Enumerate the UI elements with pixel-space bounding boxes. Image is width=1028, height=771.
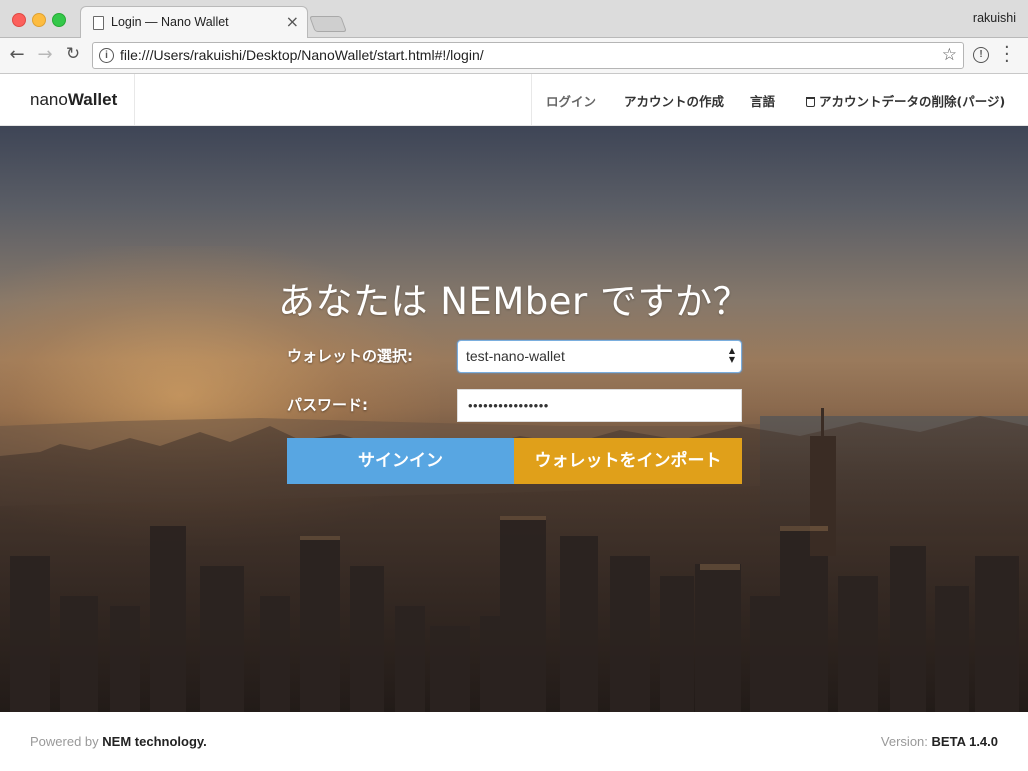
browser-toolbar: ← → ↻ i file:///Users/rakuishi/Desktop/N… <box>0 38 1028 74</box>
logo-light: nano <box>30 90 68 109</box>
trash-icon <box>806 97 815 107</box>
nav-purge-label: アカウントデータの削除(パージ) <box>819 94 1006 109</box>
version-label: Version: <box>880 734 928 749</box>
nano-wallet-logo[interactable]: nanoWallet <box>30 90 117 110</box>
address-bar[interactable]: i file:///Users/rakuishi/Desktop/NanoWal… <box>92 42 964 69</box>
divider <box>531 74 532 125</box>
wallet-select[interactable]: test-nano-wallet ▲ ▼ <box>457 340 742 373</box>
app-footer: Powered by NEM technology. Version: BETA… <box>0 712 1028 771</box>
hero-section: あなたは NEMber ですか？ ウォレットの選択: test-nano-wal… <box>0 126 1028 712</box>
window-minimize-button[interactable] <box>32 13 46 27</box>
signin-button[interactable]: サインイン <box>287 438 514 484</box>
select-arrows-icon: ▲ ▼ <box>728 346 735 364</box>
tab-close-icon[interactable]: × <box>286 12 299 31</box>
page-icon <box>93 16 104 30</box>
browser-menu-icon[interactable]: · · · <box>1004 39 1010 71</box>
nav-create-account[interactable]: アカウントの作成 <box>624 91 724 110</box>
version-value: BETA 1.4.0 <box>931 734 998 749</box>
back-icon[interactable]: ← <box>6 44 28 65</box>
app-header: nanoWallet ログイン アカウントの作成 言語 アカウントデータの削除(… <box>0 74 1028 126</box>
powered-brand: NEM technology. <box>102 734 207 749</box>
logo-bold: Wallet <box>67 90 118 109</box>
tab-title: Login — Nano Wallet <box>111 15 229 29</box>
window-maximize-button[interactable] <box>52 13 66 27</box>
new-tab-button[interactable] <box>309 16 347 32</box>
nav-login[interactable]: ログイン <box>546 91 596 110</box>
window-close-button[interactable] <box>12 13 26 27</box>
wallet-select-label: ウォレットの選択: <box>287 347 413 365</box>
nav-language[interactable]: 言語 <box>750 91 775 110</box>
wallet-select-value: test-nano-wallet <box>466 348 565 364</box>
forward-icon[interactable]: → <box>34 44 56 65</box>
password-field[interactable] <box>457 389 742 422</box>
nav-purge[interactable]: アカウントデータの削除(パージ) <box>806 91 1005 110</box>
info-icon[interactable]: i <box>99 48 114 63</box>
browser-tab[interactable]: Login — Nano Wallet × <box>80 6 308 39</box>
login-heading: あなたは NEMber ですか？ <box>278 279 750 323</box>
divider <box>134 74 135 125</box>
profile-name[interactable]: rakuishi <box>973 11 1016 25</box>
reload-icon[interactable]: ↻ <box>62 44 84 64</box>
powered-prefix: Powered by <box>30 734 99 749</box>
powered-by: Powered by NEM technology. <box>30 734 207 749</box>
import-wallet-button[interactable]: ウォレットをインポート <box>514 438 742 484</box>
version-info: Version: BETA 1.4.0 <box>881 734 998 749</box>
password-label: パスワード: <box>287 396 368 414</box>
url-text[interactable]: file:///Users/rakuishi/Desktop/NanoWalle… <box>120 47 484 63</box>
bookmark-star-icon[interactable]: ☆ <box>942 45 957 65</box>
extension-icon[interactable]: ! <box>973 47 989 63</box>
browser-tab-strip: Login — Nano Wallet × rakuishi <box>0 0 1028 39</box>
